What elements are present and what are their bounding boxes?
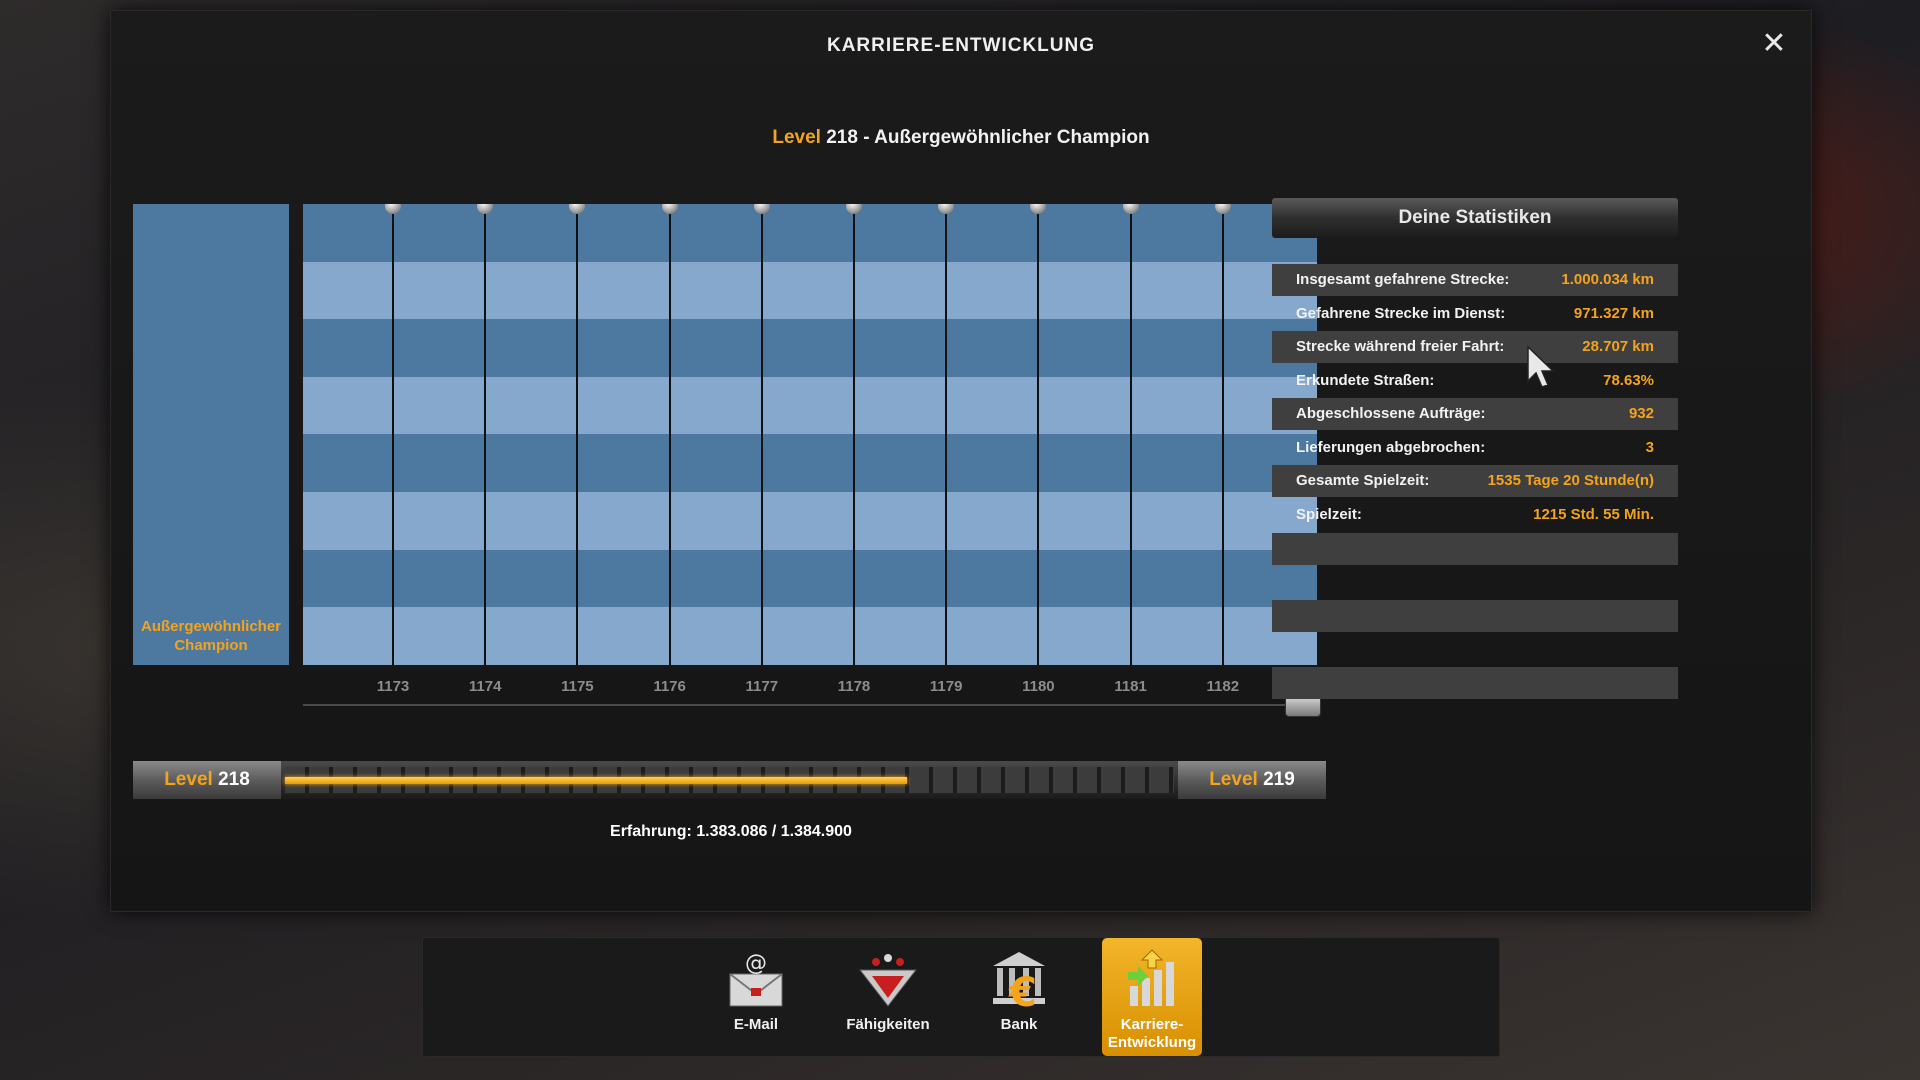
stat-value: 1215 Std. 55 Min. — [1533, 505, 1654, 523]
timeline-marker-knob — [1214, 204, 1231, 214]
timeline-marker-line — [484, 204, 487, 665]
svg-text:@: @ — [745, 951, 767, 976]
stat-label: Abgeschlossene Aufträge: — [1296, 405, 1486, 422]
stats-empty-row — [1272, 667, 1678, 699]
stats-header: Deine Statistiken — [1272, 198, 1678, 238]
timeline-scroll-track[interactable] — [303, 704, 1317, 706]
stat-label: Spielzeit: — [1296, 505, 1362, 523]
timeline-marker-line — [1221, 204, 1224, 665]
stat-row: Erkundete Straßen: 78.63% — [1272, 365, 1678, 397]
timeline-marker-line — [853, 204, 855, 665]
stat-row: Insgesamt gefahrene Strecke: 1.000.034 km — [1272, 264, 1678, 296]
timeline-tick-label: 1182 — [1206, 678, 1240, 695]
stat-value: 932 — [1628, 405, 1654, 422]
stat-label: Gefahrene Strecke im Dienst: — [1296, 304, 1506, 322]
timeline-marker-knob — [1030, 204, 1047, 214]
stat-label: Gesamte Spielzeit: — [1296, 472, 1430, 489]
timeline-marker-line — [668, 204, 671, 665]
dock-item-skills[interactable]: Fähigkeiten — [838, 938, 938, 1056]
timeline-tick-label: 1175 — [561, 678, 594, 695]
next-level-number: 219 — [1257, 769, 1295, 790]
stat-row: Strecke während freier Fahrt: 28.707 km — [1272, 331, 1678, 363]
dock-item-bank[interactable]: € Bank — [969, 938, 1069, 1056]
timeline-marker-knob — [661, 204, 678, 214]
experience-bar: Level 218 Level 219 — [133, 761, 1326, 799]
current-level-badge: Level 218 — [133, 761, 281, 799]
stat-label: Lieferungen abgebrochen: — [1296, 438, 1486, 456]
experience-fill — [285, 777, 908, 784]
dock-label-bank: Bank — [1000, 1016, 1038, 1033]
next-level-word: Level — [1209, 769, 1258, 790]
stat-value: 3 — [1645, 438, 1654, 456]
stats-empty-row — [1272, 600, 1678, 632]
close-icon[interactable]: ✕ — [1759, 29, 1789, 59]
stat-value: 28.707 km — [1582, 338, 1654, 355]
timeline-marker-knob — [569, 204, 586, 214]
timeline-tick-label: 1174 — [468, 678, 502, 695]
stat-value: 1535 Tage 20 Stunde(n) — [1487, 472, 1654, 489]
stat-label: Strecke während freier Fahrt: — [1296, 338, 1505, 355]
timeline-tick-label: 1180 — [1022, 678, 1055, 695]
stat-row: Abgeschlossene Aufträge: 932 — [1272, 398, 1678, 430]
skills-icon — [858, 954, 918, 1007]
timeline-marker-knob — [753, 204, 770, 214]
level-title: 218 - Außergewöhnlicher Champion — [820, 127, 1150, 148]
stat-value: 78.63% — [1603, 371, 1654, 389]
window-title: KARRIERE-ENTWICKLUNG — [826, 35, 1096, 56]
stat-value: 971.327 km — [1573, 304, 1654, 322]
timeline-tick-label: 1173 — [376, 678, 410, 695]
current-level-word: Level — [164, 769, 213, 790]
timeline-marker-line — [1037, 204, 1040, 665]
dock-label-email: E-Mail — [733, 1016, 779, 1033]
level-word: Level — [772, 127, 821, 148]
timeline-marker-knob — [385, 204, 401, 214]
dock-item-career[interactable]: Karriere- Entwicklung — [1102, 938, 1202, 1056]
timeline-marker-knob — [1122, 204, 1139, 214]
timeline-marker-knob — [846, 204, 862, 214]
career-timeline-chart[interactable] — [303, 204, 1317, 665]
chart-stripe — [303, 492, 1317, 550]
stat-row: Gesamte Spielzeit: 1535 Tage 20 Stunde(n) — [1272, 465, 1678, 497]
stat-label: Insgesamt gefahrene Strecke: — [1296, 271, 1510, 288]
chart-stripe — [303, 607, 1317, 665]
rank-label: Außergewöhnlicher Champion — [140, 618, 282, 654]
dock-label-skills: Fähigkeiten — [846, 1016, 930, 1033]
bottom-dock — [422, 937, 1500, 1057]
stat-row: Lieferungen abgebrochen: 3 — [1272, 432, 1678, 464]
timeline-tick-label: 1179 — [929, 678, 963, 695]
email-icon: @ — [729, 951, 783, 1007]
timeline-marker-line — [576, 204, 579, 665]
timeline-tick-label: 1178 — [837, 678, 871, 695]
timeline-marker-line — [945, 204, 948, 665]
timeline-tick-label: 1176 — [653, 678, 686, 695]
stat-row: Gefahrene Strecke im Dienst: 971.327 km — [1272, 298, 1678, 330]
timeline-marker-line — [392, 204, 394, 665]
stat-label: Erkundete Straßen: — [1296, 371, 1435, 389]
timeline-tick-label: 1181 — [1114, 678, 1147, 695]
experience-track — [285, 767, 1174, 793]
timeline-marker-knob — [477, 204, 494, 214]
rank-panel: Außergewöhnlicher Champion — [133, 204, 289, 665]
experience-text: Erfahrung: 1.383.086 / 1.384.900 — [610, 823, 852, 840]
svg-text:€: € — [1008, 970, 1037, 1012]
stats-empty-row — [1272, 533, 1678, 565]
timeline-marker-line — [1129, 204, 1132, 665]
bank-icon: € — [993, 952, 1045, 1012]
current-level-number: 218 — [212, 769, 250, 790]
chart-stripe — [303, 376, 1317, 435]
timeline-marker-knob — [938, 204, 955, 214]
mouse-cursor-icon — [1527, 345, 1555, 388]
timeline-tick-label: 1177 — [745, 678, 779, 695]
stat-row: Spielzeit: 1215 Std. 55 Min. — [1272, 499, 1678, 531]
dock-item-email[interactable]: @ E-Mail — [706, 938, 806, 1056]
next-level-badge: Level 219 — [1178, 761, 1326, 799]
level-heading: Level 218 - Außergewöhnlicher Champion — [111, 127, 1811, 149]
timeline-marker-line — [760, 204, 763, 665]
stat-value: 1.000.034 km — [1561, 271, 1654, 288]
chart-stripe — [303, 261, 1317, 320]
career-icon — [1128, 949, 1174, 1006]
dock-label-career: Karriere- Entwicklung — [1107, 1016, 1197, 1051]
